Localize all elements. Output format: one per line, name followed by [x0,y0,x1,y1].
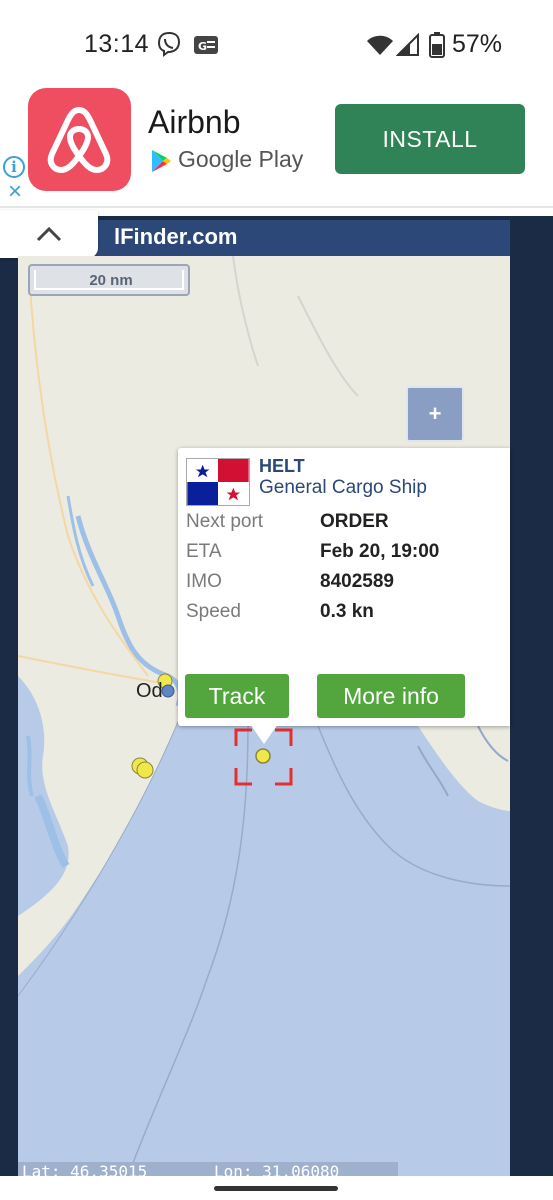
speed-value: 0.3 kn [320,601,374,622]
eta-value: Feb 20, 19:00 [320,541,440,562]
install-button[interactable]: INSTALL [335,104,525,174]
more-info-button[interactable]: More info [317,674,465,718]
svg-text:G: G [198,40,207,53]
panama-flag-icon [186,458,250,506]
map-city-label: Od [136,680,163,702]
popup-pointer [250,724,278,744]
eta-label: ETA [186,541,222,562]
vessel-type[interactable]: General Cargo Ship [259,477,427,499]
ad-banner[interactable]: i × Airbnb Google Play INSTALL [0,88,553,206]
coordinates-readout: Lat: 46.35015 Lon: 31.06080 [18,1162,398,1176]
zoom-in-button[interactable]: + [406,386,464,442]
gesture-handle[interactable] [214,1186,338,1191]
ad-collapse-tab[interactable] [0,210,98,258]
scale-label: 20 nm [89,272,133,289]
vessel-name[interactable]: HELT [259,456,305,477]
map-scale-bar: 20 nm [28,264,190,296]
next-port-label: Next port [186,511,264,532]
status-time: 13:14 [84,30,150,58]
wifi-icon [367,35,393,55]
site-title[interactable]: lFinder.com [114,224,237,250]
ad-close-icon[interactable]: × [4,180,26,204]
g-news-icon: G [194,36,218,54]
signal-icon [396,33,419,56]
imo-value: 8402589 [320,571,394,592]
next-port-value: ORDER [320,511,389,532]
google-play-icon [152,150,171,172]
ad-store-name: Google Play [178,146,304,172]
latitude-readout: Lat: 46.35015 [22,1162,148,1176]
ad-divider [0,206,553,208]
battery-percent: 57% [452,30,503,58]
imo-label: IMO [186,571,222,592]
airbnb-logo[interactable] [28,88,131,191]
speed-label: Speed [186,601,241,622]
chevron-up-icon[interactable] [36,224,62,244]
viber-icon [157,31,181,57]
ad-info-icon[interactable]: i [3,156,25,178]
scale-ruler: 20 nm [34,270,184,290]
ad-app-name[interactable]: Airbnb [148,104,241,141]
status-bar: 13:14 G 57% [0,0,553,88]
battery-icon [429,32,445,58]
track-button[interactable]: Track [185,674,289,718]
longitude-readout: Lon: 31.06080 [214,1162,340,1176]
vessel-popup[interactable]: HELT General Cargo Ship Next port ORDER … [178,448,510,726]
